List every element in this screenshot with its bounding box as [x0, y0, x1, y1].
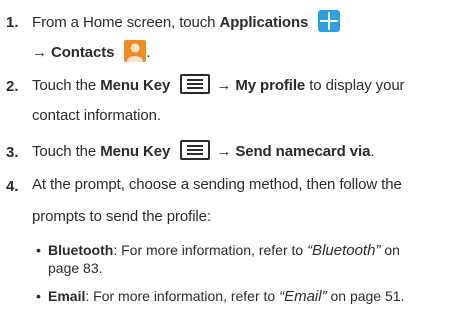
contacts-label: → Contacts	[32, 43, 115, 61]
step-1-line-2: → Contacts .	[32, 40, 151, 64]
step-1-line-1: From a Home screen, touch Applications	[32, 10, 341, 34]
step-number: 1.	[6, 14, 19, 31]
bullet-bluetooth: Bluetooth: For more information, refer t…	[48, 242, 400, 259]
applications-icon	[318, 10, 341, 32]
menu-key-icon	[180, 74, 211, 94]
menu-key-icon	[180, 140, 211, 160]
menu-key-label: Menu Key	[100, 142, 171, 160]
contacts-icon	[124, 40, 147, 62]
my-profile-label: → My profile	[216, 76, 306, 94]
step-4-line-2: prompts to send the profile:	[32, 208, 211, 225]
bullet-email: Email: For more information, refer to “E…	[48, 288, 405, 305]
step-2-line-1: Touch the Menu Key → My profile to displ…	[32, 74, 405, 96]
bullet-bluetooth-cont: page 83.	[48, 260, 103, 276]
email-reference: “Email”	[279, 288, 327, 305]
step-number: 4.	[6, 178, 19, 195]
step-2-line-2: contact information.	[32, 107, 161, 124]
menu-key-label: Menu Key	[100, 76, 171, 94]
bullet-dot: •	[36, 288, 41, 304]
bluetooth-reference: “Bluetooth”	[307, 242, 381, 259]
step-4-line-1: At the prompt, choose a sending method, …	[32, 176, 402, 193]
send-namecard-label: → Send namecard via	[216, 142, 371, 160]
bullet-dot: •	[36, 242, 41, 258]
applications-label: Applications	[219, 13, 309, 31]
step-number: 2.	[6, 78, 19, 95]
step-3-line-1: Touch the Menu Key → Send namecard via.	[32, 140, 375, 162]
step-number: 3.	[6, 144, 19, 161]
